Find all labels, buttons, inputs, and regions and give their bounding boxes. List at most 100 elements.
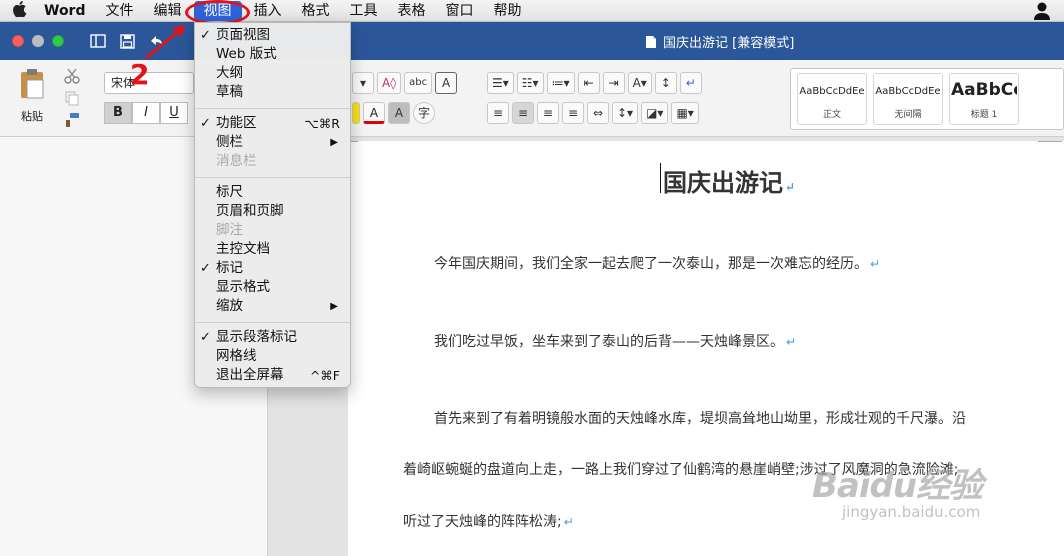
- view-menu-item[interactable]: 主控文档: [195, 240, 350, 259]
- distributed-icon[interactable]: ⇔: [587, 102, 609, 124]
- highlight-color-icon[interactable]: [352, 102, 360, 124]
- style-normal[interactable]: AaBbCcDdEe 正文: [797, 73, 867, 125]
- view-menu-item[interactable]: 侧栏 ▶: [195, 133, 350, 152]
- document-heading-text: 国庆出游记: [663, 168, 783, 197]
- checkmark-icon: ✓: [200, 28, 211, 43]
- numbering-icon[interactable]: ☷▾: [516, 72, 544, 94]
- view-menu-item[interactable]: ✓ 标记: [195, 259, 350, 278]
- show-marks-icon[interactable]: ↵: [679, 72, 702, 94]
- menu-window[interactable]: 窗口: [436, 0, 484, 22]
- paragraph-text: 我们吃过早饭，坐车来到了泰山的后背——天烛峰景区。: [434, 334, 784, 350]
- view-menu-item[interactable]: 标尺: [195, 183, 350, 202]
- view-menu-item-label: 网格线: [216, 348, 257, 364]
- view-menu-item[interactable]: 草稿: [195, 83, 350, 102]
- view-menu-item[interactable]: 网格线: [195, 347, 350, 366]
- view-menu-item-label: 显示段落标记: [216, 329, 297, 345]
- view-menu-item[interactable]: 大纲: [195, 64, 350, 83]
- align-center-icon[interactable]: ≡: [512, 102, 534, 124]
- increase-indent-icon[interactable]: ⇥: [602, 72, 625, 94]
- view-menu-item[interactable]: ✓ 页面视图: [195, 26, 350, 45]
- view-menu-item[interactable]: 页眉和页脚: [195, 202, 350, 221]
- view-menu-item-label: 标尺: [216, 184, 243, 200]
- character-border-icon[interactable]: A: [435, 72, 458, 94]
- phonetic-guide-icon[interactable]: abc: [404, 72, 433, 94]
- paragraph-mark: ↵: [785, 180, 796, 194]
- menu-help[interactable]: 帮助: [484, 0, 532, 22]
- style-no-spacing-name: 无间隔: [894, 110, 922, 120]
- text-format-buttons: B I U: [104, 102, 188, 124]
- view-menu-item[interactable]: 缩放 ▶: [195, 297, 350, 316]
- justify-icon[interactable]: ≡: [562, 102, 584, 124]
- style-heading-1[interactable]: AaBbCc 标题 1: [949, 73, 1019, 125]
- style-no-spacing[interactable]: AaBbCcDdEe 无间隔: [873, 73, 943, 125]
- view-menu-item[interactable]: 显示格式: [195, 278, 350, 297]
- paste-icon: [21, 69, 44, 99]
- borders-icon[interactable]: ▦▾: [671, 102, 699, 124]
- view-menu-item[interactable]: ✓ 功能区 ⌥⌘R: [195, 114, 350, 133]
- menu-separator: [195, 108, 350, 109]
- character-shading-icon[interactable]: A: [388, 102, 410, 124]
- zoom-window-button[interactable]: [52, 35, 64, 47]
- paragraph-mark: ↵: [786, 335, 797, 349]
- view-menu-item-label: 大纲: [216, 65, 243, 81]
- bold-button[interactable]: B: [104, 102, 132, 124]
- underline-button[interactable]: U: [160, 102, 188, 124]
- align-left-icon[interactable]: ≡: [487, 102, 509, 124]
- style-no-spacing-sample: AaBbCcDdEe: [875, 86, 941, 97]
- page-corner-mark: [1038, 141, 1062, 145]
- view-menu-item[interactable]: 退出全屏幕 ^⌘F: [195, 366, 350, 385]
- view-menu-item-label: 页面视图: [216, 27, 270, 43]
- decrease-indent-icon[interactable]: ⇤: [577, 72, 600, 94]
- menu-insert[interactable]: 插入: [244, 0, 292, 22]
- view-menu-item[interactable]: Web 版式: [195, 45, 350, 64]
- submenu-arrow-icon: ▶: [330, 137, 338, 148]
- annotation-step-number: 2: [130, 58, 150, 91]
- bullets-icon[interactable]: ☰▾: [487, 72, 514, 94]
- italic-button[interactable]: I: [132, 102, 160, 124]
- submenu-arrow-icon: ▶: [330, 301, 338, 312]
- save-icon[interactable]: [120, 33, 135, 49]
- menu-tools[interactable]: 工具: [340, 0, 388, 22]
- view-menu-dropdown: ✓ 页面视图 Web 版式 大纲 草稿 ✓ 功能区 ⌥⌘R 侧栏 ▶ 消息栏 标尺 页眉和页脚 脚注 主控文…: [194, 22, 351, 388]
- menu-app-word[interactable]: Word: [40, 0, 96, 22]
- watermark-logo: Baidu经验: [812, 466, 983, 506]
- format-painter-icon[interactable]: [64, 112, 82, 128]
- mac-menu-bar: Word 文件 编辑 视图 插入 格式 工具 表格 窗口 帮助: [0, 0, 1064, 22]
- cut-icon[interactable]: [64, 68, 82, 84]
- user-icon[interactable]: [1034, 2, 1050, 20]
- asian-layout-icon[interactable]: A▾: [627, 72, 652, 94]
- view-menu-item-label: 缩放: [216, 298, 243, 314]
- close-window-button[interactable]: [12, 35, 24, 47]
- clear-format-icon[interactable]: A◊: [377, 72, 402, 94]
- font-color-icon[interactable]: A: [363, 102, 385, 124]
- view-menu-item: 脚注: [195, 221, 350, 240]
- paragraph-text: 今年国庆期间，我们全家一起去爬了一次泰山，那是一次难忘的经历。: [434, 256, 868, 272]
- font-tools-row-2: A A 字: [352, 102, 436, 124]
- minimize-window-button[interactable]: [32, 35, 44, 47]
- watermark-url: jingyan.baidu.com: [842, 503, 981, 521]
- checkmark-icon: ✓: [200, 261, 211, 276]
- sort-icon[interactable]: ↕: [654, 72, 677, 94]
- apple-icon[interactable]: [0, 0, 40, 21]
- style-heading-1-name: 标题 1: [970, 110, 998, 120]
- line-spacing-icon[interactable]: ↕▾: [612, 102, 639, 124]
- menu-file[interactable]: 文件: [96, 0, 144, 22]
- checkmark-icon: ✓: [200, 116, 211, 131]
- enclose-character-icon[interactable]: 字: [413, 102, 436, 124]
- paste-label: 粘贴: [21, 110, 43, 123]
- clipboard-tools: [64, 68, 82, 128]
- sidebar-toggle-icon[interactable]: [90, 34, 106, 48]
- paste-button[interactable]: 粘贴: [10, 68, 54, 124]
- change-case-icon[interactable]: ▾: [352, 72, 374, 94]
- shading-icon[interactable]: ◪▾: [641, 102, 669, 124]
- menu-format[interactable]: 格式: [292, 0, 340, 22]
- view-menu-item[interactable]: ✓ 显示段落标记: [195, 328, 350, 347]
- style-normal-name: 正文: [822, 110, 841, 120]
- copy-icon[interactable]: [64, 90, 82, 106]
- text-cursor: [660, 163, 661, 193]
- menu-table[interactable]: 表格: [388, 0, 436, 22]
- align-right-icon[interactable]: ≡: [537, 102, 559, 124]
- multilevel-list-icon[interactable]: ≔▾: [546, 72, 575, 94]
- baidu-watermark: Baidu经验 jingyan.baidu.com: [812, 458, 983, 521]
- paragraph-text: 听过了天烛峰的阵阵松涛;: [403, 514, 562, 530]
